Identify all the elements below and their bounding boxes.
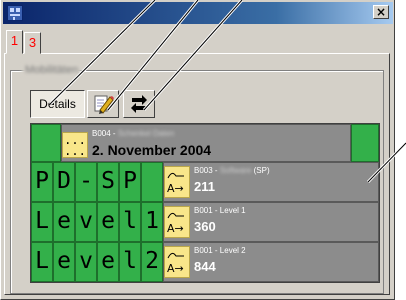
wave-arrow-icon: A→: [164, 166, 190, 198]
row-0-end-cell: [351, 124, 379, 162]
row-2-letter-5: 1: [141, 202, 163, 242]
row-1-letter-1: D: [53, 162, 75, 202]
wave-arrow-icon: A→: [164, 206, 190, 238]
edit-button[interactable]: [87, 90, 119, 118]
group-label: Mobilitäten: [22, 64, 82, 76]
row-2-letter-4: l: [119, 202, 141, 242]
row-2-code: B001 - Level 1: [194, 206, 246, 215]
row-1-code-suffix: (SP): [253, 166, 270, 175]
row-3-code: B001 - Level 2: [194, 246, 246, 255]
svg-text:A→: A→: [167, 182, 184, 195]
details-button[interactable]: Details: [30, 90, 85, 118]
app-icon: [7, 5, 23, 21]
svg-text:A→: A→: [167, 222, 184, 235]
row-3-letter-3: e: [97, 242, 119, 282]
svg-text:A→: A→: [167, 262, 184, 275]
row-1-info-cell[interactable]: A→ B003 - Software (SP) 211: [163, 162, 379, 202]
row-3-info-cell[interactable]: A→ B001 - Level 2 844: [163, 242, 379, 282]
close-button[interactable]: ×: [373, 5, 389, 19]
row-2-letter-2: v: [75, 202, 97, 242]
tab-1[interactable]: 1: [6, 30, 23, 54]
row-2-letter-3: e: [97, 202, 119, 242]
wave-arrow-icon: A→: [164, 246, 190, 278]
row-1-value: 211: [194, 179, 215, 194]
row-0-value: 2. November 2004: [92, 142, 212, 158]
row-3-letter-1: e: [53, 242, 75, 282]
row-0-code: B004 -: [92, 129, 116, 138]
row-3-letter-5: 2: [141, 242, 163, 282]
row-1-letter-0: P: [31, 162, 53, 202]
row-1-letter-5: [141, 162, 163, 202]
row-3-letter-2: v: [75, 242, 97, 282]
row-3-letter-4: l: [119, 242, 141, 282]
row-2-letter-1: e: [53, 202, 75, 242]
switch-button[interactable]: [123, 90, 155, 118]
row-2-letter-0: L: [31, 202, 53, 242]
row-1-code-name: Software: [219, 166, 252, 175]
title-bar[interactable]: ×: [3, 2, 393, 24]
row-0-code-name: Schenkel Daten: [117, 129, 175, 138]
row-1-letter-2: -: [75, 162, 97, 202]
edit-pencil-icon: [94, 95, 114, 114]
row-2-info-cell[interactable]: A→ B001 - Level 1 360: [163, 202, 379, 242]
switch-arrows-icon: [131, 95, 147, 113]
score-grid: ... ... B004 - Schenkel Daten 2. Novembe…: [30, 123, 380, 283]
row-2-value: 360: [194, 219, 216, 234]
tab-3[interactable]: 3: [24, 32, 41, 54]
row-1-letter-3: S: [97, 162, 119, 202]
row-0-info-cell[interactable]: ... ... B004 - Schenkel Daten 2. Novembe…: [61, 124, 351, 162]
row-1-letter-4: P: [119, 162, 141, 202]
dots-icon: ... ...: [62, 132, 88, 158]
row-0-lead-cell: [31, 124, 61, 162]
row-3-letter-0: L: [31, 242, 53, 282]
row-3-value: 844: [194, 259, 216, 274]
row-1-code: B003 -: [194, 166, 218, 175]
